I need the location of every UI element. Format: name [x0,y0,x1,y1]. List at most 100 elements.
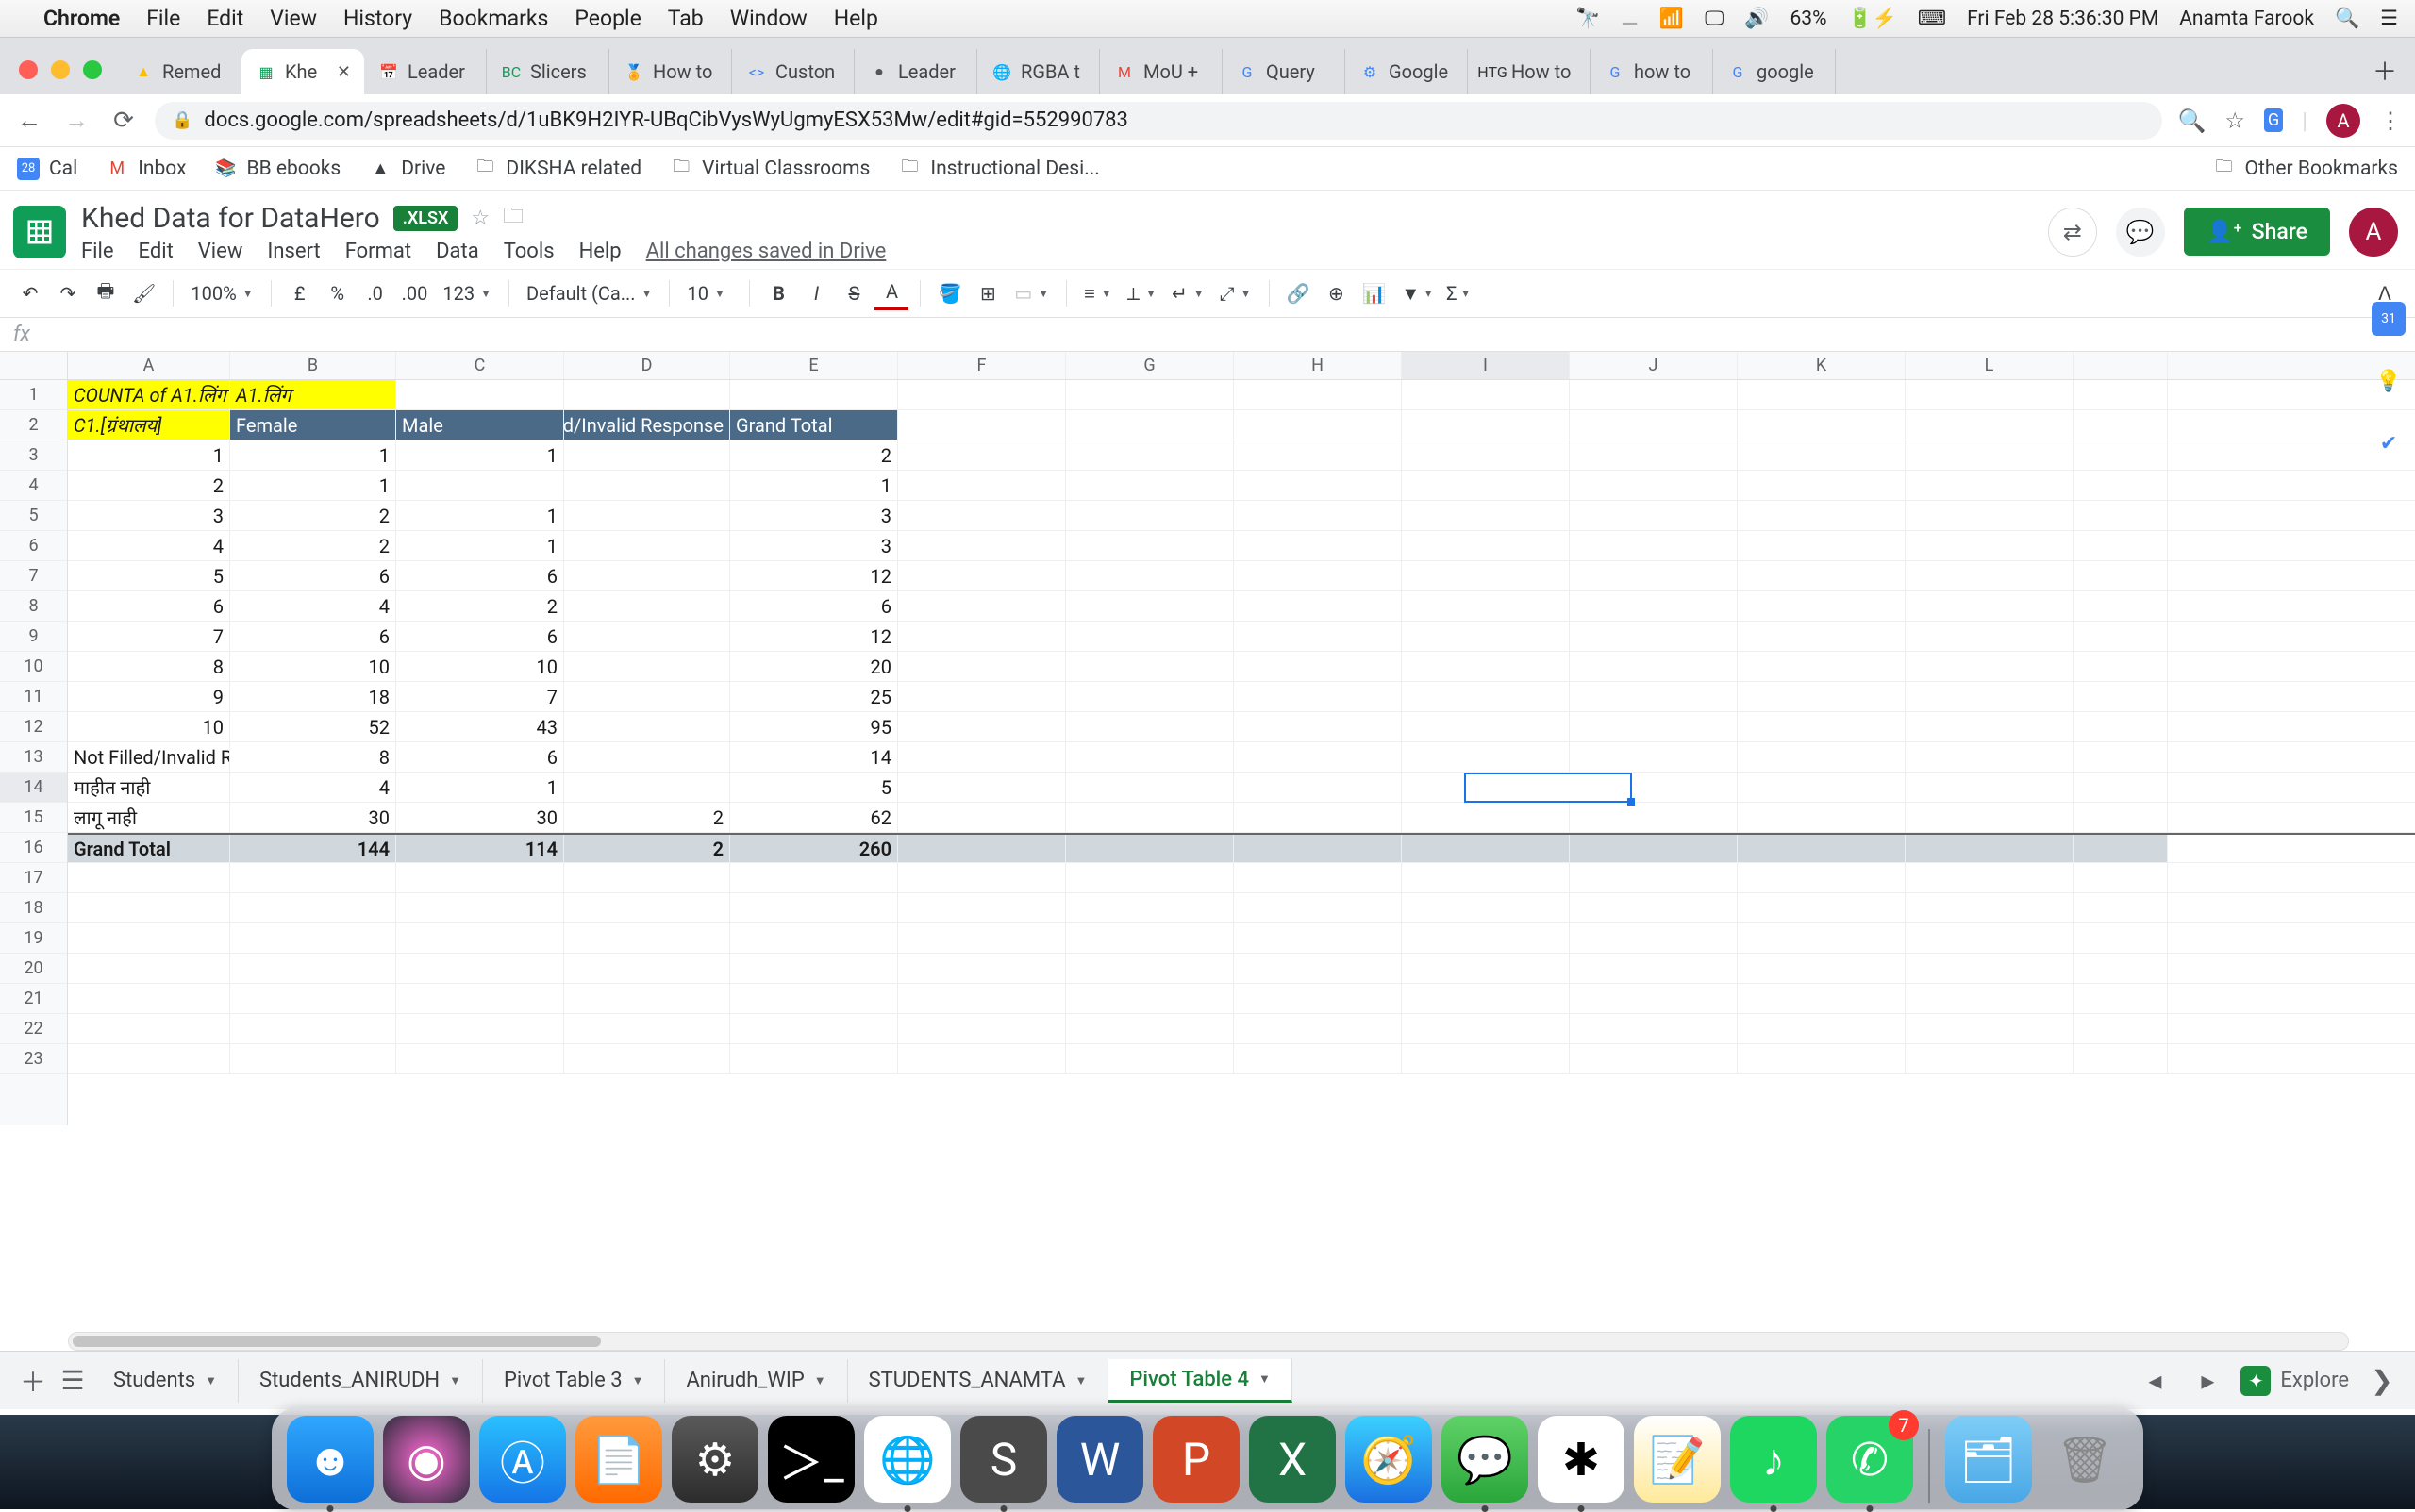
cell[interactable] [1738,471,1906,500]
cell[interactable] [1906,1014,2074,1043]
dock-word-icon[interactable]: W [1057,1416,1143,1503]
sheet-tab[interactable]: Students_ANIRUDH▼ [239,1359,483,1403]
cell[interactable]: 6 [730,591,898,621]
cell[interactable]: 7 [396,682,564,711]
cell[interactable] [396,471,564,500]
cell[interactable] [898,954,1066,983]
cell[interactable] [1570,652,1738,681]
cell[interactable] [1570,954,1738,983]
row-header[interactable]: 9 [0,622,67,652]
cell[interactable] [1738,410,1906,440]
row-header[interactable]: 3 [0,440,67,471]
cell[interactable] [1570,622,1738,651]
cell[interactable] [1738,440,1906,470]
dock-whatsapp-icon[interactable]: ✆7 [1826,1416,1913,1503]
filter-icon[interactable]: ▼▾ [1395,282,1437,306]
cell[interactable] [2074,712,2168,741]
cell[interactable] [1066,440,1234,470]
cell[interactable] [1906,471,2074,500]
scroll-left-icon[interactable]: ◂ [2135,1361,2174,1401]
currency-icon[interactable]: £ [283,276,317,310]
cell[interactable] [1402,380,1570,409]
cell[interactable] [1234,1044,1402,1073]
cell[interactable]: 1 [68,440,230,470]
other-bookmarks[interactable]: 🗀Other Bookmarks [2213,158,2398,180]
row-header[interactable]: 16 [0,833,67,863]
cell[interactable] [396,893,564,922]
browser-tab[interactable]: 📅Leader [364,49,487,94]
calendar-addon-icon[interactable]: 31 [2372,302,2406,336]
cell[interactable] [396,954,564,983]
add-sheet-button[interactable]: ＋ [13,1361,53,1401]
strike-icon[interactable]: S [837,276,871,310]
row-header[interactable]: 2 [0,410,67,440]
sheet-tab[interactable]: Students▼ [92,1359,239,1403]
datetime[interactable]: Fri Feb 28 5:36:30 PM [1967,8,2158,30]
cell[interactable] [564,863,730,892]
menu-tab[interactable]: Tab [668,6,704,31]
cell[interactable] [564,682,730,711]
cell[interactable] [1234,561,1402,590]
cell[interactable] [564,591,730,621]
translate-icon[interactable]: G [2264,108,2283,132]
sheet-tab-menu-icon[interactable]: ▼ [205,1373,217,1388]
cell[interactable] [1234,622,1402,651]
cell[interactable] [1570,471,1738,500]
cell[interactable] [1570,893,1738,922]
browser-tab[interactable]: ●Leader [855,49,977,94]
cell[interactable]: 144 [230,835,396,862]
cell[interactable] [898,591,1066,621]
wrap-icon[interactable]: ↵▼ [1166,282,1210,305]
merge-icon[interactable]: ▭▼ [1008,282,1055,305]
cell[interactable] [1570,835,1738,862]
binoculars-icon[interactable]: 🔭 [1575,8,1600,30]
tab-close-icon[interactable]: ✕ [337,62,351,82]
row-header[interactable]: 1 [0,380,67,410]
row-header[interactable]: 17 [0,863,67,893]
menu-history[interactable]: History [343,6,412,31]
dock-settings-icon[interactable]: ⚙ [672,1416,758,1503]
cell[interactable] [1738,803,1906,832]
format-select[interactable]: 123▼ [437,282,497,305]
sheet-tab-menu-icon[interactable]: ▼ [632,1373,644,1388]
cell[interactable] [1066,1014,1234,1043]
cell[interactable] [2074,682,2168,711]
cell[interactable] [1402,440,1570,470]
formula-bar[interactable]: fx [0,318,2415,352]
cell[interactable]: COUNTA of A1.लिंग [68,380,230,409]
cell[interactable] [2074,380,2168,409]
sheets-logo-icon[interactable] [13,206,66,258]
cell[interactable] [1234,591,1402,621]
cell[interactable] [564,712,730,741]
cell[interactable] [1738,622,1906,651]
cell[interactable] [1738,682,1906,711]
cell[interactable]: 12 [730,561,898,590]
chrome-menu-icon[interactable]: ⋮ [2379,108,2402,134]
row-header[interactable]: 15 [0,803,67,833]
browser-tab[interactable]: BCSlicers [487,49,609,94]
cell[interactable]: माहीत नाही [68,773,230,802]
cell[interactable] [1402,954,1570,983]
cell[interactable] [730,984,898,1013]
cell[interactable] [1738,591,1906,621]
cell[interactable] [1402,501,1570,530]
cell[interactable] [1402,652,1570,681]
cell[interactable] [1234,923,1402,953]
cell[interactable] [1402,1014,1570,1043]
cell[interactable] [2074,742,2168,772]
row-header[interactable]: 8 [0,591,67,622]
cell[interactable]: Grand Total [68,835,230,862]
cell[interactable] [396,380,564,409]
print-icon[interactable]: 🖶 [89,276,123,310]
cell[interactable] [68,984,230,1013]
sm-file[interactable]: File [81,240,114,263]
cell[interactable]: Not Filled/Invalid R [68,742,230,772]
cell[interactable] [898,471,1066,500]
cell[interactable] [1234,410,1402,440]
cell[interactable]: 52 [230,712,396,741]
comments-icon[interactable]: 💬 [2116,208,2165,257]
cell[interactable] [898,682,1066,711]
browser-tab[interactable]: ▦Khe✕ [242,49,364,94]
cell[interactable] [1066,410,1234,440]
cell[interactable] [1906,380,2074,409]
